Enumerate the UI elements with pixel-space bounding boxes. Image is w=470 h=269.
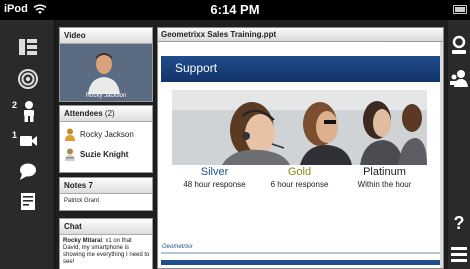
attendees-icon [23, 101, 34, 122]
webcam-person-image [86, 50, 122, 94]
chat-message-author: Rocky Mitarai [63, 238, 103, 244]
profile-button[interactable] [448, 32, 470, 58]
slide-heading: Support [175, 61, 218, 75]
chat-messages[interactable]: Rocky Mitarai: x1 on that David, my smar… [60, 235, 152, 269]
presentation-slide[interactable]: Support Silver 48 hour response Gold 6 h… [158, 42, 443, 268]
tier-name: Platinum [363, 166, 406, 178]
tier-name: Gold [287, 166, 312, 178]
tier-description: 48 hour response [183, 180, 246, 189]
battery-icon [453, 5, 467, 14]
attendee-row[interactable]: Suzie Knight [64, 147, 128, 161]
users-button[interactable] [448, 64, 470, 90]
chat-button[interactable] [0, 156, 55, 186]
grid-layout-icon [18, 39, 37, 55]
menu-button[interactable] [448, 241, 470, 267]
attendees-count: (2) [104, 109, 115, 118]
attendee-row[interactable]: Rocky Jackson [64, 127, 134, 141]
chat-bubble-icon [19, 163, 36, 180]
slide-footer-divider [161, 252, 440, 254]
chat-message: Rocky Mitarai: x1 on that David, my smar… [63, 238, 150, 266]
attendee-count-badge: 2 [12, 100, 18, 110]
attendees-list: Rocky Jackson Suzie Knight [60, 122, 152, 172]
notes-pod-title: Notes 7 [60, 178, 152, 194]
tier-gold: Gold 6 hour response [257, 166, 342, 189]
slide-support-photo [172, 90, 427, 165]
connect-meeting-app: 2 1 Video Rocky Jackson Attendees (2) Ro… [0, 20, 470, 269]
notes-button[interactable] [0, 186, 55, 216]
tier-platinum: Platinum Within the hour [342, 166, 427, 189]
slide-title-bar: Support [161, 56, 440, 82]
tier-description: Within the hour [357, 180, 412, 189]
video-feed[interactable]: Rocky Jackson [60, 44, 152, 101]
video-pod: Video Rocky Jackson [59, 27, 153, 102]
attendee-name: Suzie Knight [80, 149, 129, 159]
help-icon: ? [453, 212, 465, 233]
help-button[interactable]: ? [448, 210, 470, 236]
left-toolbar: 2 1 [0, 20, 55, 269]
slide-scrollbar[interactable] [440, 42, 443, 268]
notes-pod: Notes 7 Patrick Grant [59, 177, 153, 211]
profile-icon [452, 35, 466, 54]
slide-footer-logo: Geometrixx [162, 244, 193, 250]
notes-text: Patrick Grant [64, 198, 100, 204]
attendees-pod: Attendees (2) Rocky Jackson Suzie Knight [59, 105, 153, 173]
participant-user-icon [65, 148, 75, 161]
video-pod-title: Video [60, 28, 152, 44]
slide-bottom-bar [161, 260, 440, 265]
clock-time: 6:14 PM [210, 2, 260, 17]
tier-description: 6 hour response [270, 180, 329, 189]
chat-pod: Chat Rocky Mitarai: x1 on that David, my… [59, 218, 153, 269]
chat-pod-title: Chat [60, 219, 152, 235]
camera-button[interactable]: 1 [0, 126, 55, 156]
broadcast-status-icon [17, 69, 38, 89]
attendees-pod-title: Attendees [64, 109, 103, 118]
host-user-icon [65, 128, 75, 141]
notes-content[interactable]: Patrick Grant [60, 194, 152, 210]
users-icon [450, 70, 468, 87]
attendee-name: Rocky Jackson [80, 129, 134, 139]
menu-icon [451, 247, 467, 262]
status-button[interactable] [0, 64, 55, 94]
status-bar: iPod 6:14 PM [0, 0, 470, 20]
tier-silver: Silver 48 hour response [172, 166, 257, 189]
share-pod-title: Geometrixx Sales Training.ppt [158, 28, 443, 42]
notes-icon [20, 193, 35, 210]
attendees-button[interactable]: 2 [0, 96, 55, 126]
right-toolbar: ? [448, 20, 470, 269]
camera-count-badge: 1 [12, 130, 18, 140]
attendees-pod-header: Attendees (2) [60, 106, 152, 122]
tier-name: Silver [200, 166, 229, 178]
video-caption: Rocky Jackson [85, 93, 127, 99]
layout-button[interactable] [0, 32, 55, 62]
share-pod: Geometrixx Sales Training.ppt Support Si… [157, 27, 444, 269]
camera-icon [19, 136, 37, 146]
